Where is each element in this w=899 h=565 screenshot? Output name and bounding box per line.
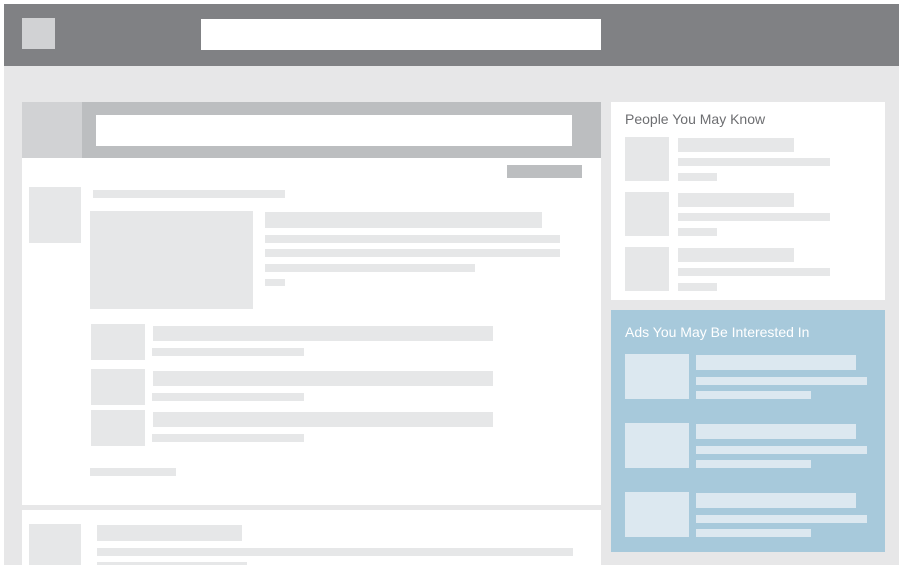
person-avatar[interactable] [625, 247, 669, 291]
connect-link[interactable] [678, 228, 717, 236]
search-input[interactable] [201, 19, 601, 50]
ad-description [696, 529, 811, 537]
related-item-title[interactable] [153, 371, 493, 386]
ad-image[interactable] [625, 354, 689, 399]
related-item-subtitle [152, 348, 304, 356]
post-text-line [265, 235, 560, 243]
related-item-title[interactable] [153, 412, 493, 427]
post-headline[interactable] [265, 212, 542, 228]
ads-title: Ads You May Be Interested In [625, 324, 810, 340]
related-item-title[interactable] [153, 326, 493, 341]
person-name[interactable] [678, 193, 794, 207]
person-headline [678, 213, 830, 221]
person-avatar[interactable] [625, 192, 669, 236]
post-text-line [265, 264, 475, 272]
composer-input[interactable] [96, 115, 572, 146]
logo-icon[interactable] [22, 18, 55, 49]
ad-description [696, 377, 867, 385]
post-author-avatar[interactable] [29, 524, 81, 565]
person-headline [678, 268, 830, 276]
ad-image[interactable] [625, 423, 689, 468]
ad-description [696, 391, 811, 399]
ad-title[interactable] [696, 493, 856, 508]
sort-control[interactable] [507, 165, 582, 178]
post-meta [265, 279, 285, 286]
ad-description [696, 446, 867, 454]
person-headline [678, 158, 830, 166]
ad-description [696, 460, 811, 468]
related-item-subtitle [152, 434, 304, 442]
post-text-line [265, 249, 560, 257]
connect-link[interactable] [678, 173, 717, 181]
post-author-avatar[interactable] [29, 187, 81, 243]
composer-avatar [22, 102, 82, 158]
ad-title[interactable] [696, 355, 856, 370]
people-you-may-know-title: People You May Know [625, 111, 766, 127]
related-item-subtitle [152, 393, 304, 401]
ad-image[interactable] [625, 492, 689, 537]
post-text-line [97, 548, 573, 556]
connect-link[interactable] [678, 283, 717, 291]
related-item-thumbnail[interactable] [91, 369, 145, 405]
post-image[interactable] [90, 211, 253, 309]
person-name[interactable] [678, 138, 794, 152]
post-headline[interactable] [97, 525, 242, 541]
person-name[interactable] [678, 248, 794, 262]
related-item-thumbnail[interactable] [91, 410, 145, 446]
post-author-line [93, 190, 285, 198]
ad-title[interactable] [696, 424, 856, 439]
person-avatar[interactable] [625, 137, 669, 181]
related-item-thumbnail[interactable] [91, 324, 145, 360]
view-more-link[interactable] [90, 468, 176, 476]
ad-description [696, 515, 867, 523]
